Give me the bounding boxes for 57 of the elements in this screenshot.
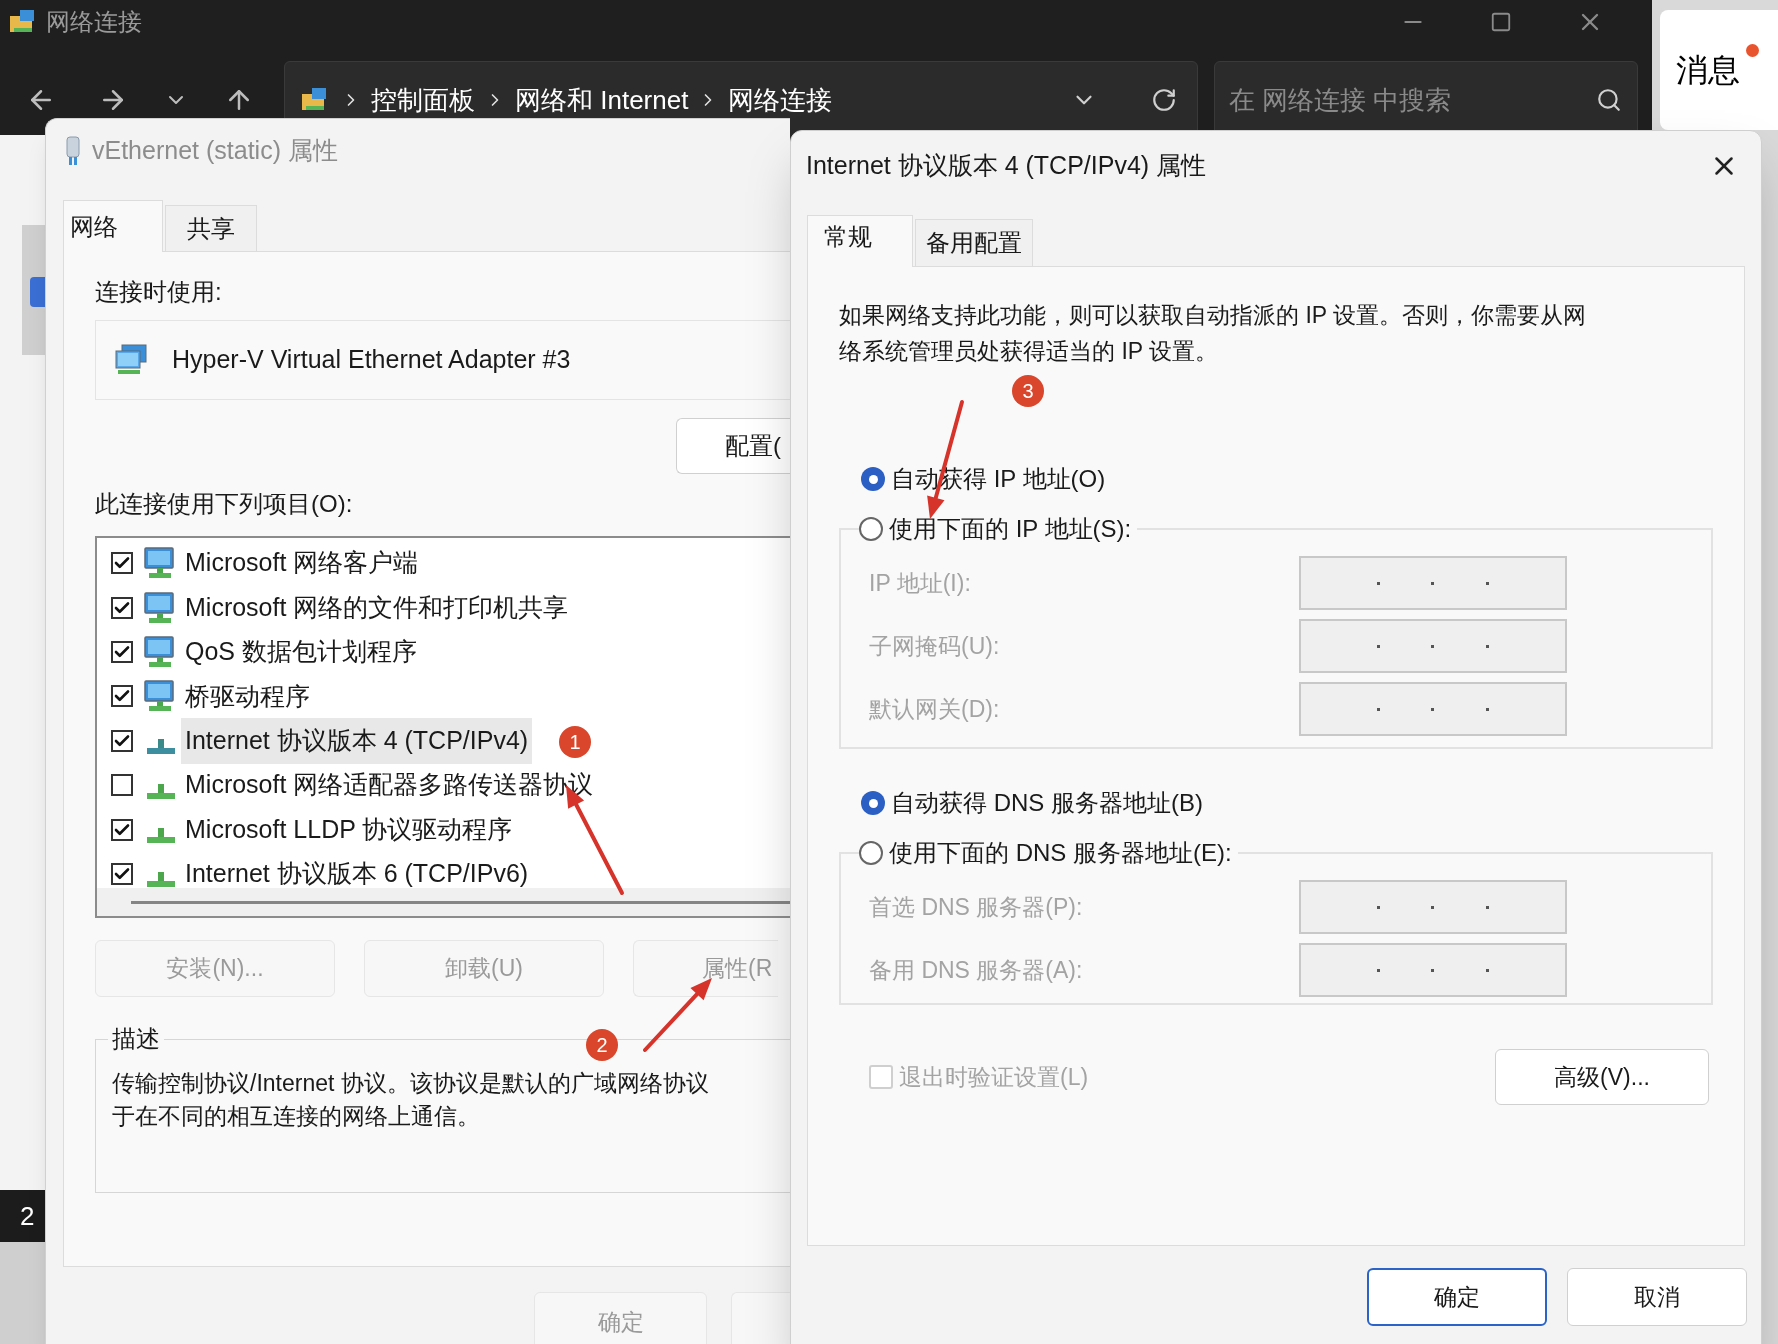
messages-label: 消息: [1676, 51, 1740, 90]
network-protocol-icon: [147, 872, 175, 888]
ip-address-field[interactable]: [1299, 943, 1567, 997]
search-icon[interactable]: [1596, 87, 1622, 113]
dialog-title: Internet 协议版本 4 (TCP/IPv4) 属性: [806, 150, 1207, 182]
count-label: 2: [20, 1199, 35, 1233]
connect-using-label: 连接时使用:: [95, 277, 223, 307]
field-label: 备用 DNS 服务器(A):: [869, 955, 1084, 985]
field-label: 子网掩码(U):: [869, 631, 1001, 661]
items-label: 此连接使用下列项目(O):: [95, 489, 354, 519]
list-item[interactable]: 桥驱动程序: [181, 673, 314, 720]
window-title: 网络连接: [46, 7, 142, 37]
network-protocol-icon: [147, 828, 175, 844]
checkbox[interactable]: [111, 729, 133, 752]
cancel-button[interactable]: 取消: [1567, 1268, 1747, 1326]
field-label: 默认网关(D):: [869, 694, 1001, 724]
advanced-button[interactable]: 高级(V)...: [1495, 1049, 1709, 1105]
breadcrumb[interactable]: 控制面板: [371, 80, 475, 120]
network-protocol-icon: [147, 739, 175, 755]
field-label: IP 地址(I):: [869, 568, 972, 598]
tab[interactable]: 网络: [63, 200, 163, 252]
checkbox[interactable]: [111, 552, 133, 575]
list-item[interactable]: QoS 数据包计划程序: [181, 629, 421, 675]
checkbox[interactable]: [111, 862, 133, 885]
notification-panel[interactable]: 消息: [1660, 10, 1778, 130]
breadcrumb[interactable]: 网络和 Internet: [515, 80, 689, 120]
tab[interactable]: 备用配置: [915, 219, 1033, 266]
checkbox[interactable]: [111, 685, 133, 708]
list-item[interactable]: Microsoft LLDP 协议驱动程序: [181, 806, 517, 853]
breadcrumb[interactable]: 网络连接: [728, 80, 833, 120]
description-text: 传输控制协议/Internet 协议。该协议是默认的广域网络协议 于在不同的相互连接的网络上通信。: [112, 1069, 710, 1131]
group-title: 描述: [111, 1024, 161, 1054]
field-label: 首选 DNS 服务器(P):: [869, 892, 1084, 922]
tab[interactable]: 常规: [807, 215, 913, 267]
tab[interactable]: 共享: [165, 205, 257, 251]
checkbox[interactable]: [111, 596, 133, 619]
list-item[interactable]: Internet 协议版本 6 (TCP/IPv6): [181, 851, 533, 888]
adapter-name: Hyper-V Virtual Ethernet Adapter #3: [172, 344, 571, 376]
refresh-icon[interactable]: [1151, 87, 1177, 113]
maximize-icon[interactable]: [1490, 11, 1512, 33]
ip-address-field[interactable]: [1299, 619, 1567, 673]
ip-address-field[interactable]: [1299, 880, 1567, 934]
plug-icon: [64, 135, 82, 167]
checkbox[interactable]: [111, 774, 133, 797]
configure-button[interactable]: 配置(: [676, 418, 790, 474]
intro-text: 如果网络支持此功能，则可以获取自动指派的 IP 设置。否则，你需要从网 络系统管理员处获得适当的 IP 设置。: [839, 301, 1588, 366]
ip-address-field[interactable]: [1299, 682, 1567, 736]
network-adapter-icon: [114, 343, 150, 377]
ok-button[interactable]: 确定: [1367, 1268, 1547, 1326]
list-item[interactable]: Microsoft 网络客户端: [181, 540, 423, 586]
checkbox[interactable]: [111, 818, 133, 841]
network-protocol-icon: [147, 783, 175, 799]
horizontal-scrollbar[interactable]: [97, 888, 790, 916]
checkbox[interactable]: [111, 640, 133, 663]
list-item[interactable]: Internet 协议版本 4 (TCP/IPv4): [181, 718, 533, 764]
list-item[interactable]: Microsoft 网络的文件和打印机共享: [181, 584, 573, 631]
ip-address-field[interactable]: [1299, 556, 1567, 610]
